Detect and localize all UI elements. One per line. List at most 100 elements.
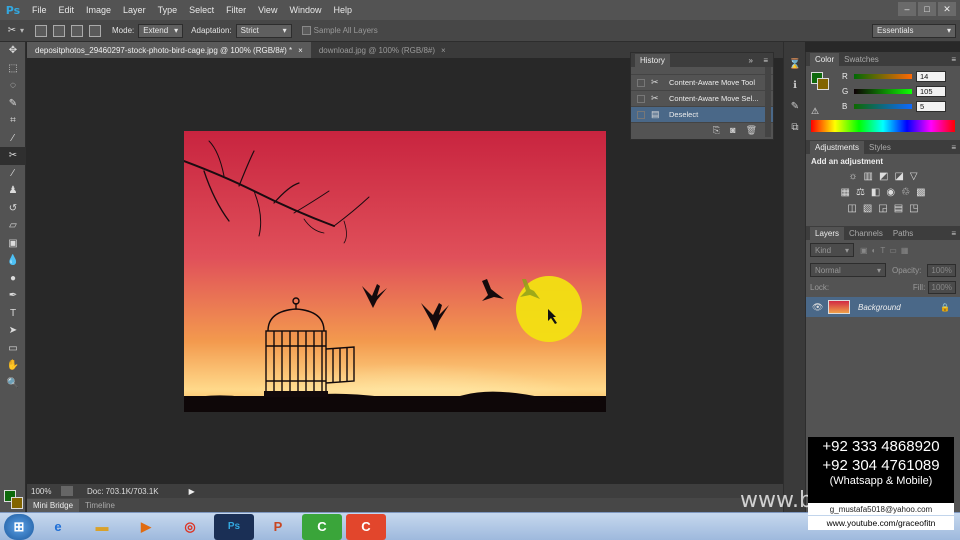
dodge-tool-icon[interactable]: ●	[0, 270, 26, 288]
close-button[interactable]: ✕	[938, 2, 956, 16]
menu-file[interactable]: File	[26, 5, 53, 15]
threshold-icon[interactable]: ◲	[878, 203, 887, 214]
color-balance-icon[interactable]: ⚖	[856, 187, 865, 198]
history-brush-tool-icon[interactable]: ↺	[0, 200, 26, 218]
zoom-tool-icon[interactable]: 🔍	[0, 375, 26, 393]
quick-select-tool-icon[interactable]: ✎	[0, 95, 26, 113]
history-item-selected[interactable]: ▤ Deselect	[631, 107, 773, 123]
fill-field[interactable]: 100%	[927, 280, 956, 294]
crop-tool-icon[interactable]: ⌗	[0, 112, 26, 130]
menu-select[interactable]: Select	[183, 5, 220, 15]
menu-help[interactable]: Help	[327, 5, 358, 15]
blend-mode-select[interactable]: Normal ▾	[810, 263, 886, 277]
camtasia-red-icon[interactable]: C	[346, 513, 386, 540]
opacity-field[interactable]: 100%	[927, 263, 956, 277]
menu-layer[interactable]: Layer	[117, 5, 152, 15]
workspace-select[interactable]: Essentials ▾	[872, 24, 956, 38]
status-icon[interactable]	[61, 486, 73, 496]
brightness-icon[interactable]: ☼	[848, 171, 857, 182]
eraser-tool-icon[interactable]: ▱	[0, 217, 26, 235]
history-dock-icon[interactable]: ⌛	[785, 55, 805, 73]
brush-tool-icon[interactable]: ∕	[0, 165, 26, 183]
stamp-tool-icon[interactable]: ♟	[0, 182, 26, 200]
history-checkbox[interactable]	[637, 110, 645, 119]
tab-channels[interactable]: Channels	[844, 227, 888, 240]
start-button-icon[interactable]: ⊞	[4, 513, 34, 540]
background-color-swatch[interactable]	[11, 497, 23, 509]
menu-image[interactable]: Image	[80, 5, 117, 15]
tab-swatches[interactable]: Swatches	[839, 53, 884, 66]
color-lookup-icon[interactable]: ▩	[916, 187, 925, 198]
tab-paths[interactable]: Paths	[888, 227, 918, 240]
photoshop-task-icon[interactable]: Ps	[214, 513, 254, 540]
sample-all-layers-checkbox[interactable]	[301, 26, 311, 35]
close-icon[interactable]: ×	[298, 46, 303, 55]
tab-color[interactable]: Color	[810, 52, 840, 66]
minimize-button[interactable]: –	[898, 2, 916, 16]
layer-row-background[interactable]: 👁 Background 🔒	[806, 297, 960, 317]
channel-mixer-icon[interactable]: ♲	[901, 187, 910, 198]
selective-color-icon[interactable]: ◳	[909, 203, 918, 214]
ie-icon[interactable]: e	[38, 514, 78, 540]
shape-tool-icon[interactable]: ▭	[0, 340, 26, 358]
curves-icon[interactable]: ◩	[879, 171, 888, 182]
trash-icon[interactable]: 🗑	[746, 125, 757, 136]
brush-dock-icon[interactable]: ✎	[785, 97, 805, 115]
r-value[interactable]: 14	[916, 71, 946, 82]
layer-filter-icons[interactable]: ▣◐T▭▦	[860, 246, 912, 255]
history-checkbox[interactable]	[637, 78, 645, 87]
history-checkbox[interactable]	[637, 94, 645, 103]
move-tool-icon[interactable]: ✥	[0, 42, 26, 60]
menu-window[interactable]: Window	[283, 5, 327, 15]
adaptation-select[interactable]: Strict ▾	[235, 23, 292, 38]
tab-history[interactable]: History	[635, 53, 670, 67]
lasso-tool-icon[interactable]: ◌	[0, 77, 26, 95]
content-aware-move-tool-icon[interactable]: ✂	[0, 147, 26, 165]
g-value[interactable]: 105	[916, 86, 946, 97]
panel-menu-icon[interactable]: ≡	[951, 143, 956, 152]
panel-menu-icon[interactable]: ≡	[951, 229, 956, 238]
eyedropper-tool-icon[interactable]: ⁄	[0, 130, 26, 148]
history-scrollbar[interactable]	[765, 67, 771, 137]
subtract-selection-icon[interactable]	[71, 24, 84, 37]
properties-dock-icon[interactable]: ℹ	[785, 76, 805, 94]
posterize-icon[interactable]: ▧	[863, 203, 872, 214]
blur-tool-icon[interactable]: 💧	[0, 252, 26, 270]
path-select-tool-icon[interactable]: ➤	[0, 322, 26, 340]
vibrance-icon[interactable]: ▽	[910, 171, 918, 182]
new-snapshot-icon[interactable]: ◙	[730, 125, 735, 135]
tab-download[interactable]: download.jpg @ 100% (RGB/8#) ×	[311, 42, 454, 58]
close-icon[interactable]: ×	[441, 46, 446, 55]
zoom-level[interactable]: 100%	[31, 487, 61, 496]
bg-color-chip[interactable]	[817, 78, 829, 90]
pen-tool-icon[interactable]: ✒	[0, 287, 26, 305]
maximize-button[interactable]: □	[918, 2, 936, 16]
powerpoint-icon[interactable]: P	[258, 514, 298, 540]
menu-type[interactable]: Type	[152, 5, 184, 15]
history-item[interactable]: ✂ Content-Aware Move Tool	[631, 75, 773, 91]
explorer-folder-icon[interactable]: ▬	[82, 514, 122, 540]
collapse-icon[interactable]: »	[749, 56, 753, 65]
tab-bird-cage[interactable]: depositphotos_29460297-stock-photo-bird-…	[27, 42, 311, 58]
b-value[interactable]: 5	[916, 101, 946, 112]
invert-icon[interactable]: ◫	[847, 203, 856, 214]
menu-filter[interactable]: Filter	[220, 5, 252, 15]
panel-menu-icon[interactable]: ≡	[763, 56, 768, 65]
tab-mini-bridge[interactable]: Mini Bridge	[27, 498, 80, 512]
r-slider[interactable]	[854, 74, 912, 79]
panel-menu-icon[interactable]: ≡	[951, 55, 956, 64]
tab-layers[interactable]: Layers	[810, 226, 845, 240]
content-aware-move-icon[interactable]: ✂	[4, 23, 20, 39]
type-tool-icon[interactable]: T	[0, 305, 26, 323]
gradient-map-icon[interactable]: ▤	[894, 203, 903, 214]
status-menu-arrow-icon[interactable]: ▶	[189, 487, 195, 496]
g-slider[interactable]	[854, 89, 912, 94]
tab-styles[interactable]: Styles	[864, 141, 896, 154]
warning-icon[interactable]: ⚠	[811, 106, 819, 117]
tab-timeline[interactable]: Timeline	[79, 499, 121, 512]
photo-filter-icon[interactable]: ◉	[886, 187, 895, 198]
intersect-selection-icon[interactable]	[89, 24, 102, 37]
menu-view[interactable]: View	[252, 5, 283, 15]
levels-icon[interactable]: ▥	[864, 171, 873, 182]
menu-edit[interactable]: Edit	[53, 5, 81, 15]
